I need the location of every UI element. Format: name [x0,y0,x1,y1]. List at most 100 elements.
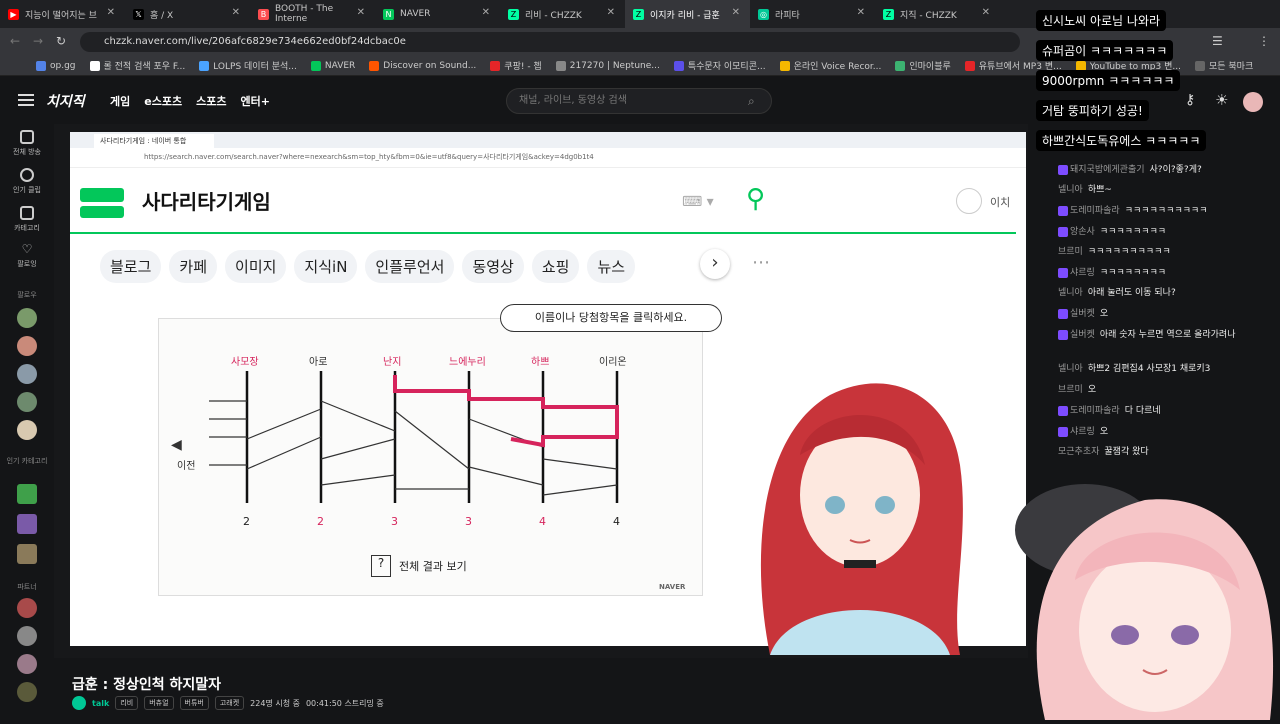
ladder-name[interactable]: 아로 [309,353,327,368]
close-icon[interactable]: ✕ [982,7,990,18]
prev-label[interactable]: 이전 [177,457,195,472]
avatar[interactable] [17,682,37,702]
browser-tab[interactable]: ▶ 지능이 떨어지는 브 ✕ [0,0,125,28]
ladder-game-board[interactable]: ◀ 이전 사모장 아로 난지 느에누리 하쁘 이리온 2 2 3 3 4 4 ?… [158,318,703,596]
close-icon[interactable]: ✕ [857,7,865,18]
key-icon[interactable]: ⚷ [1185,92,1195,108]
category-thumb[interactable] [17,544,37,564]
browser-tab[interactable]: B BOOTH - The Interne ✕ [250,0,375,28]
search-icon[interactable]: ⌕ [748,94,755,109]
bookmark-all[interactable]: 모든 북마크 [1194,59,1253,72]
browser-tab[interactable]: Z 리비 - CHZZK ✕ [500,0,625,28]
bookmark[interactable]: 특수문자 이모티콘... [673,59,766,72]
sidebar-item-following[interactable]: ♡ 팔로잉 [0,242,54,269]
browser-tab[interactable]: N NAVER ✕ [375,0,500,28]
close-icon[interactable]: ✕ [107,7,115,18]
avatar[interactable] [17,420,37,440]
show-all-results-button[interactable]: ? 전체 결과 보기 [371,555,467,577]
bookmark[interactable]: LOLPS 데이터 분석... [199,59,297,72]
bookmark[interactable]: Discover on Sound... [369,60,476,71]
ladder-name[interactable]: 이리온 [599,353,627,368]
hamburger-icon[interactable] [18,94,34,106]
stream-player[interactable]: 사다리타기게임 : 네이버 통합 https://search.naver.co… [54,124,1028,658]
tab-shopping[interactable]: 쇼핑 [531,250,580,283]
close-icon[interactable]: ✕ [357,7,365,18]
search-query[interactable]: 사다리타기게임 [142,186,271,215]
bookmark[interactable]: 쿠팡! - 쳅 [490,59,542,72]
more-icon[interactable]: ⋯ [752,252,770,273]
avatar[interactable] [17,392,37,412]
tab-influencer[interactable]: 인플루언서 [365,250,455,283]
site-logo[interactable]: 치지직 [46,91,85,111]
close-icon[interactable]: ✕ [482,7,490,18]
bookmark[interactable]: NAVER [310,60,355,71]
close-icon[interactable]: ✕ [732,7,740,18]
bookmark[interactable]: 인마이블루 [895,59,951,72]
ladder-result[interactable]: 4 [539,515,546,528]
nav-game[interactable]: 게임 [110,93,130,109]
ladder-name[interactable]: 하쁘 [531,353,549,368]
bookmark[interactable]: 온라인 Voice Recor... [779,59,881,72]
ladder-result[interactable]: 4 [613,515,620,528]
naver-logo[interactable] [76,184,128,220]
avatar[interactable] [17,308,37,328]
ladder-name[interactable]: 난지 [383,353,401,368]
sidebar-item-clips[interactable]: 인기 클립 [0,168,54,195]
forward-icon[interactable]: → [33,34,43,48]
reload-icon[interactable]: ↻ [56,34,66,48]
tag[interactable]: 버츄얼 [144,696,174,710]
nav-enter[interactable]: 엔터+ [240,93,269,109]
url-field[interactable]: chzzk.naver.com/live/206afc6829e734e662e… [80,32,1020,52]
user-icon[interactable] [956,188,982,214]
bookmark[interactable]: 217270 | Neptune... [555,60,660,71]
back-icon[interactable]: ← [10,34,20,48]
browser-tab[interactable]: 𝕏홈 / X ✕ [125,0,250,28]
avatar[interactable] [17,654,37,674]
browser-tab[interactable]: Z 지직 - CHZZK ✕ [875,0,1000,28]
ladder-result[interactable]: 2 [243,515,250,528]
theme-icon[interactable]: ☀ [1215,91,1228,109]
search-input[interactable]: 채널, 라이브, 동영상 검색 [506,88,772,114]
tag[interactable]: 리비 [115,696,139,710]
sidebar-item-all[interactable]: 전체 방송 [0,130,54,157]
browser-tab[interactable]: ◎ 라피타 ✕ [750,0,875,28]
ladder-result[interactable]: 3 [465,515,472,528]
category-thumb[interactable] [17,514,37,534]
category-thumb[interactable] [17,484,37,504]
browser-tab-active[interactable]: Z 이지카 리비 - 급훈 ✕ [625,0,750,28]
avatar[interactable] [17,626,37,646]
more-icon[interactable]: ⋮ [1258,34,1270,48]
keyboard-icon[interactable]: ⌨ ▾ [682,194,714,210]
inner-url-field[interactable]: https://search.naver.com/search.naver?wh… [70,148,1026,168]
chevron-right-icon[interactable]: › [700,249,730,279]
avatar[interactable] [17,364,37,384]
avatar[interactable] [17,598,37,618]
tab-blog[interactable]: 블로그 [100,250,162,283]
login-label[interactable]: 이치 [990,194,1010,210]
ladder-name[interactable]: 느에누리 [449,353,486,368]
nav-esports[interactable]: e스포츠 [144,93,182,109]
bookmark[interactable]: 롤 전적 검색 포우 F... [89,59,185,72]
tab-news[interactable]: 뉴스 [587,250,636,283]
menu-icon[interactable]: ☰ [1212,34,1223,48]
prev-arrow-icon[interactable]: ◀ [171,437,182,453]
close-icon[interactable]: ✕ [232,7,240,18]
tab-video[interactable]: 동영상 [462,250,524,283]
ladder-result[interactable]: 2 [317,515,324,528]
avatar[interactable] [1243,92,1263,112]
avatar[interactable] [17,336,37,356]
ladder-name[interactable]: 사모장 [231,353,259,368]
nav-sports[interactable]: 스포츠 [196,93,226,109]
bookmark[interactable]: op.gg [36,60,76,71]
inner-tab[interactable]: 사다리타기게임 : 네이버 통합 [94,134,214,148]
tag[interactable]: 버튜버 [179,696,209,710]
close-icon[interactable]: ✕ [607,7,615,18]
talk-label[interactable]: talk [92,699,109,708]
tab-kin[interactable]: 지식iN [294,250,358,283]
tab-image[interactable]: 이미지 [225,250,287,283]
tag[interactable]: 고래켓 [214,696,245,710]
sidebar-item-category[interactable]: 카테고리 [0,206,54,233]
tab-cafe[interactable]: 카페 [169,250,218,283]
ladder-result[interactable]: 3 [391,515,398,528]
search-icon[interactable]: ⚲ [746,184,765,214]
